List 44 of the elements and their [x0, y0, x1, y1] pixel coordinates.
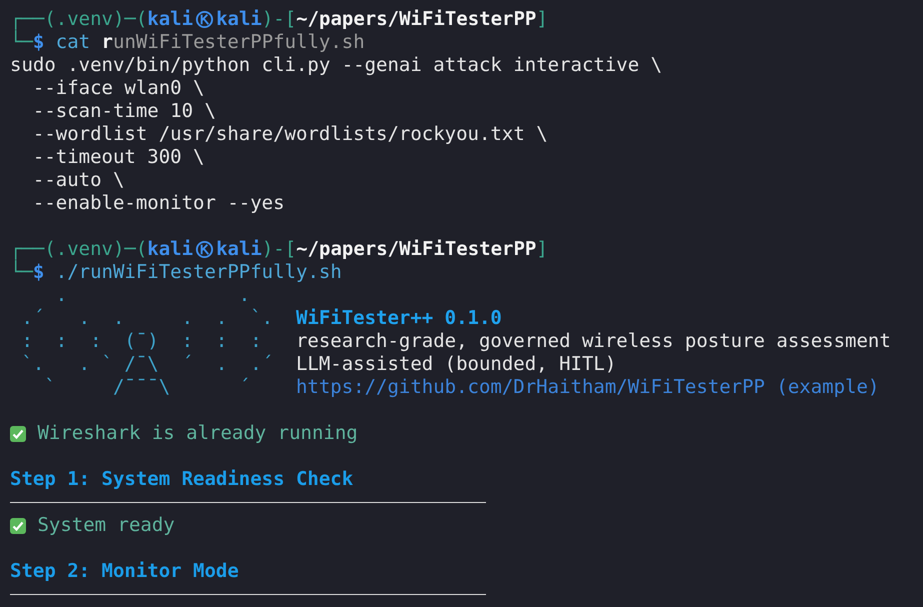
command-text: ./runWiFiTesterPPfully.sh [56, 261, 342, 284]
command-text: cat [56, 31, 90, 54]
prompt-frame: )─( [112, 238, 148, 261]
output-text: --enable-monitor --yes [32, 192, 285, 215]
circled-k-icon [195, 240, 214, 259]
prompt-frame: ] [536, 238, 548, 261]
output-text: sudo .venv/bin/python cli.py --genai attack interactive \ [10, 54, 662, 77]
virtualenv-name: .venv [56, 238, 113, 261]
step-heading: Step 1: System Readiness Check [10, 468, 354, 491]
virtualenv-name: .venv [56, 8, 113, 31]
app-title: WiFiTester++ 0.1.0 [296, 307, 503, 330]
status-message: System ready [37, 514, 175, 537]
output-text: --wordlist /usr/share/wordlists/rockyou.txt \ [32, 123, 548, 146]
prompt-symbol: $ [32, 261, 44, 284]
prompt-frame: └─ [10, 31, 33, 54]
argument-suggestion: unWiFiTesterPPfully.sh [113, 31, 365, 54]
prompt-host: kali [216, 238, 262, 261]
app-description: research-grade, governed wireless posture assessment [296, 330, 891, 353]
prompt-frame: )-[ [262, 8, 296, 31]
prompt-frame: ┌──( [10, 238, 56, 261]
step-heading: Step 2: Monitor Mode [10, 560, 239, 583]
prompt-host: kali [216, 8, 262, 31]
prompt-frame: ] [536, 8, 548, 31]
prompt-user: kali [147, 238, 194, 261]
app-description: LLM-assisted (bounded, HITL) [296, 353, 618, 376]
prompt-user: kali [147, 8, 194, 31]
status-message: Wireshark is already running [37, 422, 358, 445]
prompt-path: ~/papers/WiFiTesterPP [296, 8, 536, 31]
command-argument: r [102, 31, 113, 54]
check-icon [10, 426, 26, 442]
prompt-frame: )─( [112, 8, 148, 31]
prompt-path: ~/papers/WiFiTesterPP [296, 238, 536, 261]
output-text: --scan-time 10 \ [32, 100, 216, 123]
output-text: --auto \ [32, 169, 124, 192]
prompt-frame: ┌──( [10, 8, 56, 31]
prompt-symbol: $ [32, 31, 44, 54]
output-text: --iface wlan0 \ [32, 77, 204, 100]
prompt-frame: )-[ [262, 238, 296, 261]
output-text: --timeout 300 \ [32, 146, 204, 169]
circled-k-icon [195, 10, 214, 29]
ascii-art-drawing: . . .´ . . . . `. : : : (¯) : : : `. . ` /¯\ ´ . .´ ` /¯¯¯\ ´ [20, 284, 274, 399]
check-icon [10, 518, 26, 534]
prompt-frame: └─ [10, 261, 33, 284]
repository-link[interactable]: https://github.com/DrHaitham/WiFiTesterPP (example) [296, 376, 891, 399]
